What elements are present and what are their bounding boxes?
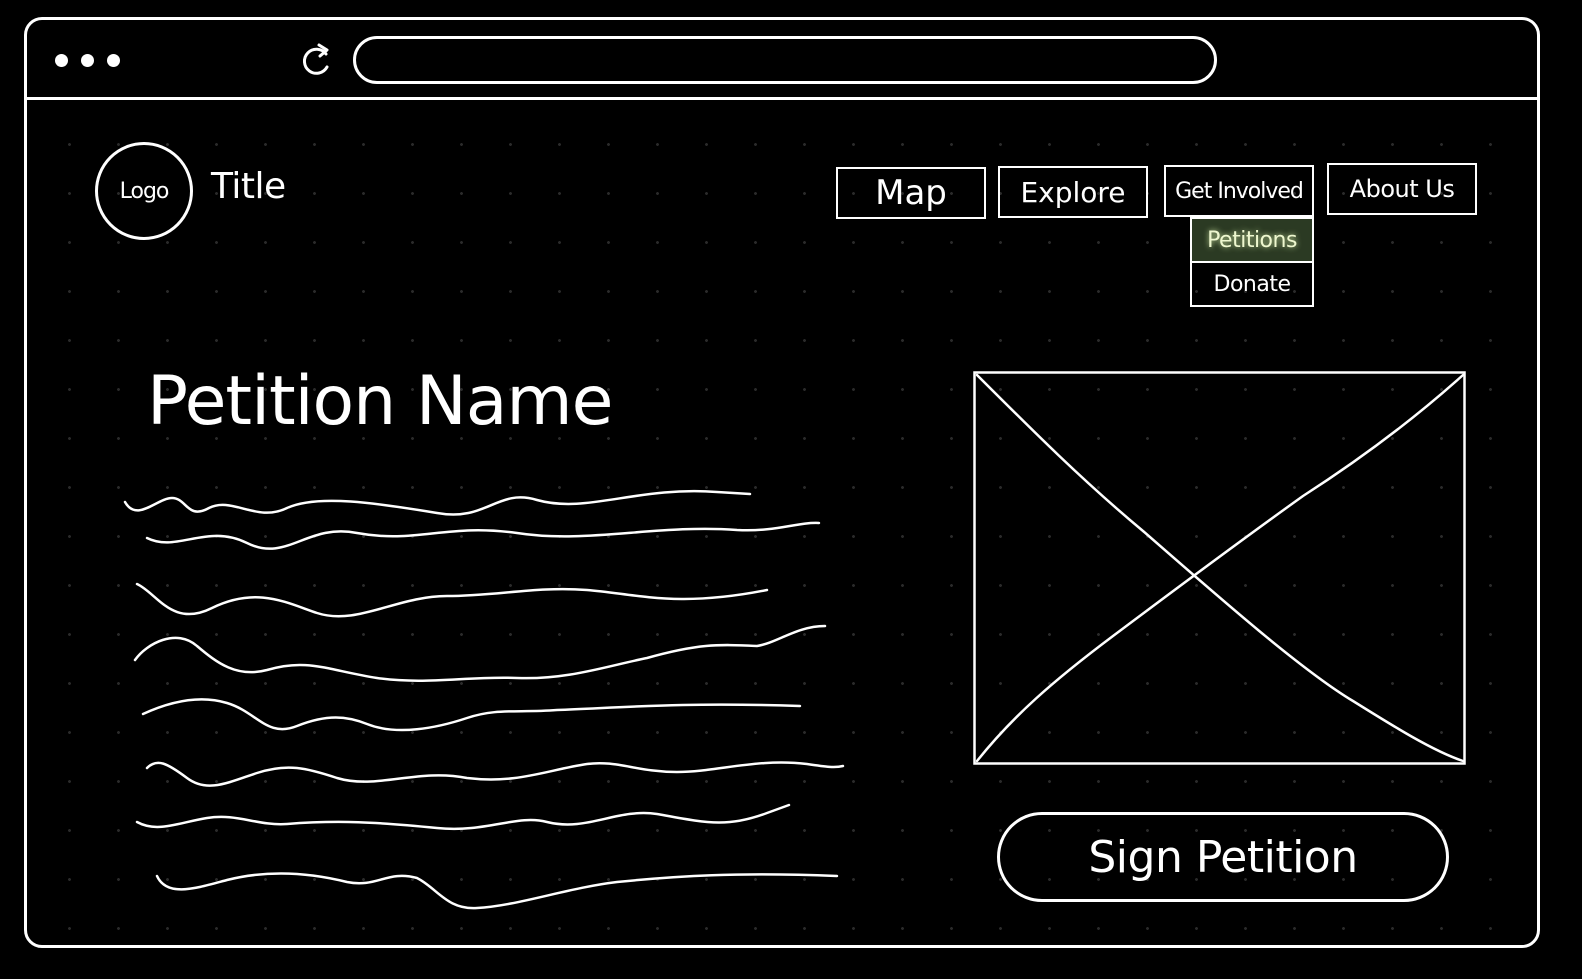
address-bar[interactable]: [353, 36, 1217, 84]
window-dot[interactable]: [55, 54, 68, 67]
text-placeholder-line: [155, 872, 839, 910]
text-placeholder-line: [133, 624, 827, 682]
window-controls: [55, 54, 120, 67]
text-placeholder-line: [141, 698, 802, 732]
site-title: Title: [211, 166, 286, 207]
image-placeholder-icon: [973, 371, 1466, 765]
petition-title: Petition Name: [147, 362, 613, 441]
get-involved-dropdown: Petitions Donate: [1190, 217, 1314, 307]
window-dot[interactable]: [107, 54, 120, 67]
browser-window: Logo Title Map Explore Get Involved Abou…: [24, 17, 1540, 948]
logo-text: Logo: [119, 178, 170, 204]
refresh-icon[interactable]: [299, 40, 333, 78]
browser-toolbar: [27, 20, 1537, 100]
text-placeholder-line: [145, 761, 845, 787]
sign-petition-button[interactable]: Sign Petition: [997, 812, 1449, 902]
petition-description-placeholder: [123, 489, 845, 910]
text-placeholder-line: [145, 521, 821, 550]
nav-item-about-us[interactable]: About Us: [1327, 163, 1477, 215]
page-viewport: Logo Title Map Explore Get Involved Abou…: [27, 100, 1537, 945]
text-placeholder-line: [135, 803, 791, 831]
dropdown-item-donate[interactable]: Donate: [1192, 261, 1312, 305]
nav-item-explore[interactable]: Explore: [998, 166, 1148, 218]
dropdown-item-petitions[interactable]: Petitions: [1192, 219, 1312, 261]
nav-item-get-involved[interactable]: Get Involved: [1164, 165, 1314, 217]
logo[interactable]: Logo: [95, 142, 193, 240]
window-dot[interactable]: [81, 54, 94, 67]
nav-item-map[interactable]: Map: [836, 167, 986, 219]
text-placeholder-line: [135, 582, 769, 618]
text-placeholder-line: [123, 489, 752, 516]
